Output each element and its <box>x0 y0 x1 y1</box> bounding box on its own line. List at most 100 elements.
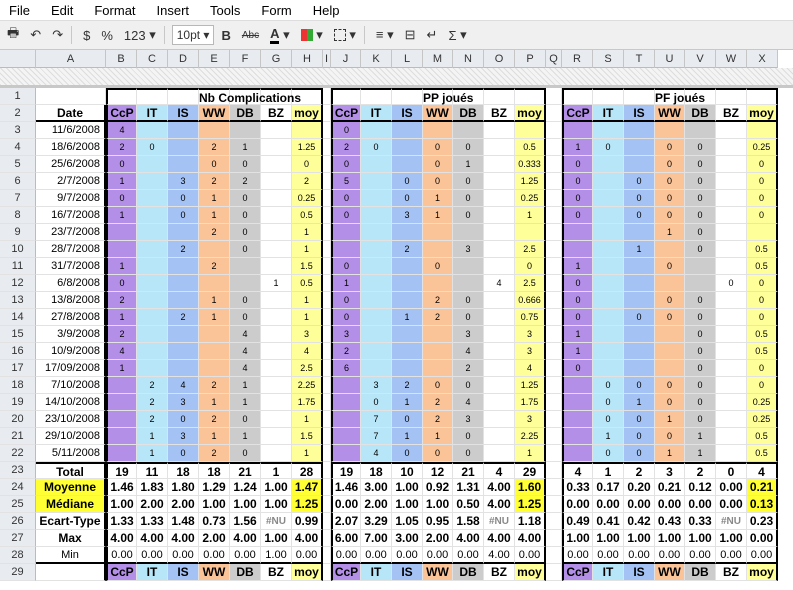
data-cell[interactable]: 0 <box>685 394 716 411</box>
data-cell[interactable]: 2 <box>331 343 361 360</box>
data-cell[interactable]: 0 <box>747 173 778 190</box>
row-number[interactable]: 7 <box>0 190 36 207</box>
gap-cell[interactable] <box>546 496 562 513</box>
stat-cell[interactable]: 4.00 <box>484 547 515 564</box>
data-cell[interactable]: 1 <box>106 360 137 377</box>
section-title-pf[interactable] <box>716 88 747 105</box>
gap-cell[interactable] <box>323 564 331 581</box>
column-header-corner[interactable] <box>0 50 36 68</box>
data-cell[interactable]: 2 <box>199 139 230 156</box>
date-cell[interactable]: 28/7/2008 <box>36 241 106 258</box>
data-cell[interactable]: 0 <box>230 156 261 173</box>
data-cell[interactable] <box>361 224 392 241</box>
data-cell[interactable]: 0 <box>685 411 716 428</box>
data-cell[interactable]: 2 <box>423 394 453 411</box>
stat-cell[interactable]: 0.49 <box>562 513 593 530</box>
data-cell[interactable] <box>261 207 292 224</box>
stat-cell[interactable]: 1.33 <box>106 513 137 530</box>
pf-header-bz[interactable]: BZ <box>716 105 747 122</box>
pf-footer-ccp[interactable]: CcP <box>562 564 593 581</box>
data-cell[interactable]: 1 <box>292 292 323 309</box>
data-cell[interactable] <box>361 241 392 258</box>
gap-cell[interactable] <box>323 275 331 292</box>
gap-cell[interactable] <box>323 241 331 258</box>
gap-cell[interactable] <box>546 224 562 241</box>
pf-footer-is[interactable]: IS <box>624 564 655 581</box>
data-cell[interactable]: 0 <box>624 377 655 394</box>
data-cell[interactable]: 0 <box>655 207 685 224</box>
stat-cell[interactable]: 4 <box>562 462 593 479</box>
data-cell[interactable] <box>168 292 199 309</box>
gap-cell[interactable] <box>323 105 331 122</box>
row-number[interactable]: 26 <box>0 513 36 530</box>
data-cell[interactable]: 0.5 <box>747 428 778 445</box>
data-cell[interactable]: 1.25 <box>292 139 323 156</box>
complications-footer-ccp[interactable]: CcP <box>106 564 137 581</box>
data-cell[interactable]: 1 <box>199 428 230 445</box>
data-cell[interactable]: 2.5 <box>515 275 546 292</box>
column-header-e[interactable]: E <box>199 50 230 68</box>
data-cell[interactable]: 1 <box>230 394 261 411</box>
data-cell[interactable] <box>593 326 624 343</box>
wrap-text-icon[interactable]: ↵ <box>423 24 442 46</box>
data-cell[interactable]: 1 <box>292 224 323 241</box>
data-cell[interactable]: 0 <box>423 445 453 462</box>
data-cell[interactable]: 0 <box>562 190 593 207</box>
row-number[interactable]: 28 <box>0 547 36 564</box>
stat-cell[interactable]: 4.00 <box>168 530 199 547</box>
data-cell[interactable]: 4 <box>106 122 137 139</box>
data-cell[interactable]: 0 <box>655 258 685 275</box>
stat-cell[interactable]: 0.00 <box>624 496 655 513</box>
row-number[interactable]: 27 <box>0 530 36 547</box>
data-cell[interactable] <box>716 156 747 173</box>
data-cell[interactable]: 0.5 <box>747 326 778 343</box>
data-cell[interactable]: 2 <box>137 394 168 411</box>
data-cell[interactable]: 3 <box>515 411 546 428</box>
data-cell[interactable]: 0.25 <box>292 190 323 207</box>
data-cell[interactable] <box>593 360 624 377</box>
date-cell[interactable]: 18/6/2008 <box>36 139 106 156</box>
data-cell[interactable]: 0 <box>685 309 716 326</box>
data-cell[interactable]: 0 <box>453 445 484 462</box>
data-cell[interactable] <box>106 445 137 462</box>
data-cell[interactable]: 0 <box>655 394 685 411</box>
data-cell[interactable]: 3 <box>453 326 484 343</box>
stat-cell[interactable]: 1 <box>593 462 624 479</box>
data-cell[interactable]: 0 <box>331 258 361 275</box>
data-cell[interactable]: 0 <box>423 258 453 275</box>
data-cell[interactable] <box>392 122 423 139</box>
pp-header-bz[interactable]: BZ <box>484 105 515 122</box>
data-cell[interactable]: 0.5 <box>747 258 778 275</box>
stat-cell[interactable]: 0.00 <box>331 496 361 513</box>
data-cell[interactable]: 1 <box>423 207 453 224</box>
pf-header-moy[interactable]: moy <box>747 105 778 122</box>
stat-cell[interactable]: 1.48 <box>168 513 199 530</box>
data-cell[interactable] <box>106 428 137 445</box>
data-cell[interactable]: 6 <box>331 360 361 377</box>
stat-cell[interactable]: 1.25 <box>292 496 323 513</box>
data-cell[interactable]: 2 <box>423 411 453 428</box>
date-cell[interactable]: 17/09/2008 <box>36 360 106 377</box>
date-cell[interactable]: 16/7/2008 <box>36 207 106 224</box>
data-cell[interactable]: 0 <box>685 241 716 258</box>
redo-icon[interactable]: ↷ <box>48 24 67 46</box>
data-cell[interactable] <box>106 377 137 394</box>
data-cell[interactable]: 0 <box>593 139 624 156</box>
data-cell[interactable] <box>199 343 230 360</box>
data-cell[interactable]: 0 <box>685 343 716 360</box>
section-title-pp[interactable] <box>361 88 392 105</box>
date-cell[interactable]: 5/11/2008 <box>36 445 106 462</box>
data-cell[interactable]: 2 <box>199 224 230 241</box>
stat-cell[interactable]: 1.00 <box>261 496 292 513</box>
data-cell[interactable] <box>392 258 423 275</box>
data-cell[interactable]: 1 <box>292 241 323 258</box>
stat-cell[interactable]: 0.00 <box>361 547 392 564</box>
data-cell[interactable]: 0 <box>747 292 778 309</box>
section-title-pf[interactable] <box>562 88 593 105</box>
data-cell[interactable]: 3 <box>392 207 423 224</box>
data-cell[interactable]: 0.25 <box>747 411 778 428</box>
data-cell[interactable] <box>392 156 423 173</box>
stat-cell[interactable]: 0.21 <box>655 479 685 496</box>
data-cell[interactable]: 0.25 <box>747 139 778 156</box>
data-cell[interactable]: 0 <box>331 292 361 309</box>
